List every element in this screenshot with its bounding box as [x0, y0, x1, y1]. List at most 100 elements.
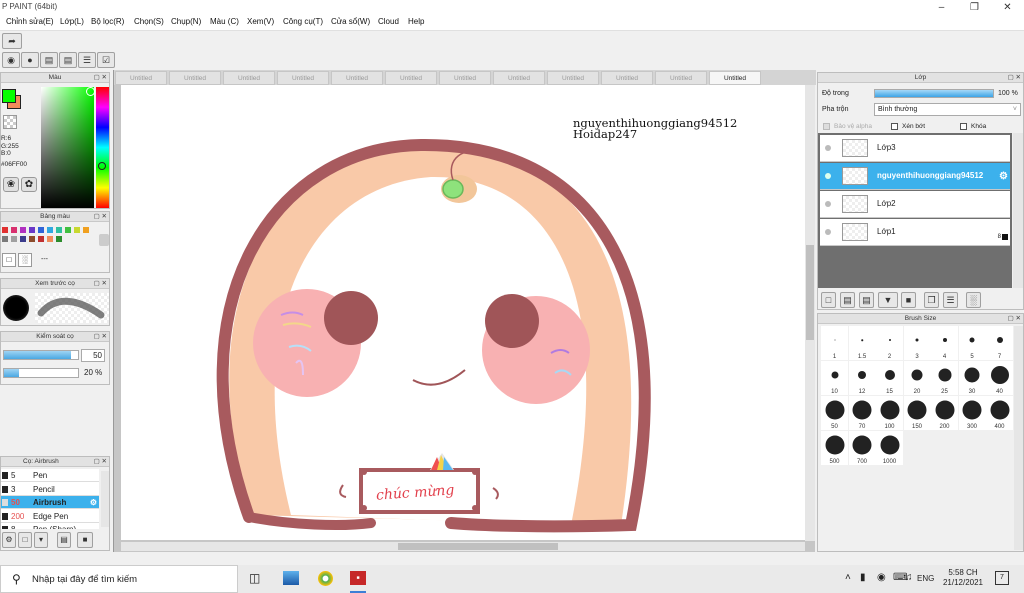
layer-row[interactable]: nguyenthihuonggiang94512 ⚙ [820, 163, 1010, 190]
document-tab[interactable]: Untitled [169, 71, 221, 85]
brush-size-cell[interactable]: 40 [986, 361, 1013, 395]
document-tab[interactable]: Untitled [331, 71, 383, 85]
chevron-up-icon[interactable]: ˄ [845, 572, 851, 583]
menu-window[interactable]: Cửa sổ(W) [331, 17, 370, 26]
add-layer-dropdown-icon[interactable]: ▼ [878, 292, 898, 308]
new-swatch-icon[interactable]: □ [2, 253, 16, 267]
hue-handle[interactable] [98, 162, 106, 170]
brush-size-cell[interactable]: 50 [821, 396, 848, 430]
color-swatch[interactable] [29, 236, 35, 242]
document-tab[interactable]: Untitled [115, 71, 167, 85]
dropdown-icon[interactable]: ▾ [34, 532, 48, 548]
saturation-value-picker[interactable] [41, 87, 94, 208]
speech-icon[interactable]: ◉ [2, 52, 20, 68]
visibility-icon[interactable] [825, 201, 831, 207]
picker-handle[interactable] [86, 87, 95, 96]
color-swatch[interactable] [83, 227, 89, 233]
canvas-vscroll-thumb[interactable] [806, 245, 814, 340]
color-swatch[interactable] [74, 227, 80, 233]
color-swatch[interactable] [20, 236, 26, 242]
document-tab[interactable]: Untitled [601, 71, 653, 85]
menu-layer[interactable]: Lớp(L) [60, 17, 84, 26]
document-tab[interactable]: Untitled [223, 71, 275, 85]
list-icon[interactable]: ☰ [78, 52, 96, 68]
new-brush-icon[interactable]: □ [18, 532, 32, 548]
swatch-scrollbar[interactable] [99, 234, 109, 246]
palette-icon[interactable]: ❀ [3, 177, 19, 192]
panel-controls-icon[interactable]: ▢ ✕ [94, 212, 107, 222]
paint-app-icon[interactable]: ■ [350, 571, 366, 585]
opacity-slider[interactable] [874, 89, 994, 98]
delete-swatch-icon[interactable]: ░ [18, 253, 32, 267]
color-swatch[interactable] [11, 227, 17, 233]
brush-size-cell[interactable]: 700 [848, 431, 876, 465]
menu-filter[interactable]: Bộ lọc(R) [91, 17, 124, 26]
color-swatch[interactable] [38, 236, 44, 242]
brush-size-cell[interactable]: 150 [903, 396, 931, 430]
transparent-color-swatch[interactable] [3, 115, 17, 129]
panel-controls-icon[interactable]: ▢ ✕ [94, 73, 107, 83]
document-icon[interactable]: ▤ [59, 52, 77, 68]
folder-icon[interactable]: ■ [901, 292, 916, 308]
maximize-button[interactable]: ❐ [958, 0, 991, 15]
close-button[interactable]: ✕ [991, 0, 1024, 15]
lock-checkbox[interactable] [960, 123, 967, 130]
new-layer-icon[interactable]: □ [821, 292, 836, 308]
message-icon[interactable]: ▤ [40, 52, 58, 68]
menu-color[interactable]: Màu (C) [210, 17, 239, 26]
brush-size-cell[interactable]: 10 [821, 361, 848, 395]
brush-size-scrollbar[interactable] [1014, 326, 1023, 550]
layer-row[interactable]: Lớp1 8 [820, 219, 1010, 246]
brush-size-cell[interactable]: 15 [876, 361, 903, 395]
color-swatch[interactable] [2, 227, 8, 233]
eyedropper-icon[interactable]: ✿ [21, 177, 37, 192]
brush-item[interactable]: 3 Pencil [1, 483, 99, 496]
document-tab[interactable]: Untitled [547, 71, 599, 85]
brush-size-cell[interactable]: 5 [958, 326, 986, 360]
visibility-icon[interactable] [825, 229, 831, 235]
layer-row[interactable]: Lớp2 [820, 191, 1010, 218]
gear-icon[interactable]: ⚙ [90, 496, 97, 509]
checklist-icon[interactable]: ☑ [97, 52, 115, 68]
photos-icon[interactable] [283, 571, 299, 585]
brush-list-scrollbar[interactable] [101, 471, 109, 527]
panel-controls-icon[interactable]: ▢ ✕ [94, 457, 107, 467]
task-view-icon[interactable]: ◫ [249, 571, 260, 585]
menu-help[interactable]: Help [408, 17, 424, 26]
color-swatch[interactable] [29, 227, 35, 233]
balloon-icon[interactable]: ● [21, 52, 39, 68]
brush-size-cell[interactable]: 7 [986, 326, 1013, 360]
brush-size-cell[interactable]: 4 [931, 326, 958, 360]
folder-icon[interactable]: ■ [77, 532, 93, 548]
color-swatch[interactable] [38, 227, 44, 233]
panel-controls-icon[interactable]: ▢ ✕ [94, 332, 107, 342]
blend-mode-select[interactable]: Bình thường ˅ [874, 103, 1021, 116]
duplicate-layer-icon[interactable]: ❐ [924, 292, 939, 308]
clock[interactable]: 5:58 CH 21/12/2021 [940, 568, 986, 588]
color-swatch[interactable] [2, 236, 8, 242]
panel-controls-icon[interactable]: ▢ ✕ [94, 279, 107, 289]
size-value[interactable]: 50 [81, 349, 105, 362]
battery-icon[interactable]: ▮ [860, 572, 866, 583]
brush-item[interactable]: 8 Pen (Sharp) [1, 523, 99, 529]
menu-tools[interactable]: Công cụ(T) [283, 17, 323, 26]
color-swatch[interactable] [47, 236, 53, 242]
layer-row[interactable]: Lớp3 [820, 135, 1010, 162]
language-indicator[interactable]: ENG [917, 574, 934, 583]
color-swatch[interactable] [20, 227, 26, 233]
minimize-button[interactable]: – [925, 0, 958, 15]
brush-settings-icon[interactable]: ⚙ [2, 532, 16, 548]
new-folder-layer-icon[interactable]: ▤ [859, 292, 874, 308]
protect-alpha-checkbox[interactable] [823, 123, 830, 130]
document-tab[interactable]: Untitled [277, 71, 329, 85]
brush-size-cell[interactable]: 12 [848, 361, 876, 395]
document-tab[interactable]: Untitled [493, 71, 545, 85]
document-tab[interactable]: Untitled [709, 71, 761, 85]
canvas-hscrollbar[interactable] [121, 542, 805, 551]
brush-size-cell[interactable]: 20 [903, 361, 931, 395]
brush-item[interactable]: 50 Airbrush ⚙ [1, 496, 99, 509]
brush-size-cell[interactable]: 400 [986, 396, 1013, 430]
brush-size-cell[interactable]: 300 [958, 396, 986, 430]
brush-size-cell[interactable]: 30 [958, 361, 986, 395]
size-slider[interactable] [3, 350, 79, 360]
